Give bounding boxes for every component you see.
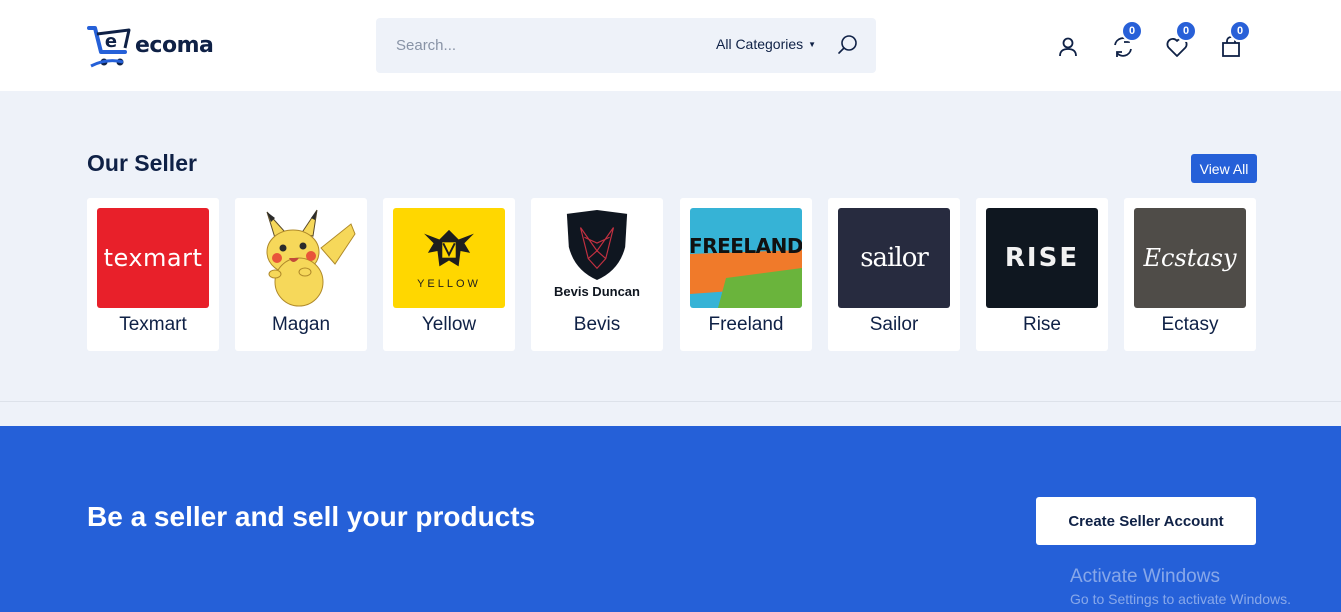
search-input[interactable] (396, 34, 676, 56)
pikachu-image (266, 209, 356, 307)
seller-logo-texmart: texmart (97, 208, 209, 308)
seller-logo-text: texmart (103, 244, 203, 272)
windows-watermark-subtitle: Go to Settings to activate Windows. (1070, 591, 1291, 607)
seller-logo-rise: RISE (986, 208, 1098, 308)
compare-button[interactable]: 0 (1111, 20, 1143, 59)
seller-card-texmart[interactable]: texmart Texmart (87, 198, 219, 351)
crest-icon (424, 229, 474, 267)
seller-logo-magan (245, 208, 357, 308)
category-select[interactable]: All Categories ▼ (716, 36, 816, 52)
seller-logo-text: RISE (1004, 243, 1080, 273)
seller-logo-yellow: YELLOW (393, 208, 505, 308)
cart-button[interactable]: 0 (1219, 20, 1251, 59)
site-logo[interactable]: e ecoma (87, 22, 217, 68)
seller-name: Bevis (573, 314, 621, 335)
wishlist-button[interactable]: 0 (1165, 20, 1197, 59)
windows-watermark-title: Activate Windows (1070, 566, 1220, 587)
cta-title: Be a seller and sell your products (87, 501, 536, 532)
seller-logo-ectasy: Ecstasy (1134, 208, 1246, 308)
seller-card-magan[interactable]: Magan (235, 198, 367, 351)
seller-logo-text: Bevis Duncan (554, 284, 640, 299)
logo-text: ecoma (135, 32, 214, 58)
seller-logo-freeland: FREELAND (690, 208, 802, 308)
view-all-button[interactable]: View All (1191, 154, 1257, 183)
seller-card-ectasy[interactable]: Ecstasy Ectasy (1124, 198, 1256, 351)
seller-card-bevis[interactable]: Bevis Duncan Bevis (531, 198, 663, 351)
wolf-shield-icon (566, 210, 628, 280)
seller-card-sailor[interactable]: sailor Sailor (828, 198, 960, 351)
search-bar: All Categories ▼ (376, 18, 876, 73)
create-seller-account-button[interactable]: Create Seller Account (1036, 497, 1256, 545)
seller-card-freeland[interactable]: FREELAND Freeland (680, 198, 812, 351)
seller-name: Texmart (119, 314, 187, 335)
seller-card-yellow[interactable]: YELLOW Yellow (383, 198, 515, 351)
logo-glyph: e (105, 31, 117, 52)
seller-logo-text: sailor (860, 243, 929, 273)
search-icon[interactable] (836, 33, 860, 57)
section-title: Our Seller (87, 150, 197, 176)
compare-count-badge: 0 (1121, 20, 1143, 42)
freeland-bg-shape (690, 250, 802, 308)
user-icon[interactable] (1056, 35, 1080, 59)
seller-name: Sailor (869, 314, 919, 335)
seller-card-rise[interactable]: RISE Rise (976, 198, 1108, 351)
category-select-label: All Categories (716, 36, 804, 52)
seller-logo-text: Ecstasy (1143, 244, 1237, 272)
chevron-down-icon: ▼ (808, 39, 817, 49)
cart-count-badge: 0 (1229, 20, 1251, 42)
seller-logo-bevis: Bevis Duncan (541, 208, 653, 308)
seller-logo-text: FREELAND (690, 234, 802, 258)
seller-logo-sailor: sailor (838, 208, 950, 308)
seller-logo-text: YELLOW (417, 278, 481, 290)
seller-name: Rise (1022, 314, 1061, 335)
cart-logo-icon: e (87, 26, 131, 68)
seller-name: Freeland (708, 314, 784, 335)
seller-name: Yellow (421, 314, 477, 335)
site-header: e ecoma All Categories ▼ 0 (0, 0, 1341, 91)
seller-name: Ectasy (1161, 314, 1219, 335)
section-divider (0, 401, 1341, 402)
wishlist-count-badge: 0 (1175, 20, 1197, 42)
seller-name: Magan (271, 314, 331, 335)
